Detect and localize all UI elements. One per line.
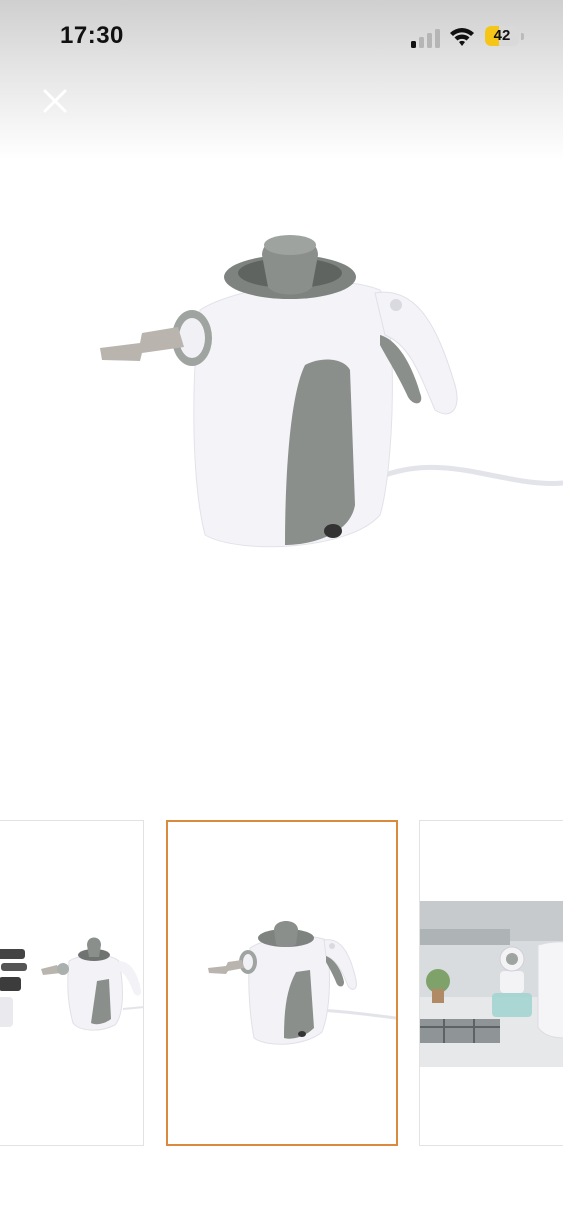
status-bar: 17:30 42	[0, 0, 563, 76]
thumbnail-accessories[interactable]	[0, 820, 144, 1146]
battery-level: 42	[493, 27, 511, 44]
status-time: 17:30	[60, 22, 124, 49]
thumbnail-steam-cleaner-image	[208, 921, 396, 1045]
battery-body: 42	[485, 26, 519, 46]
battery-tip	[521, 33, 524, 40]
close-icon[interactable]	[38, 84, 72, 118]
thumbnail-steam-cleaner[interactable]	[166, 820, 398, 1146]
thumbnail-kitchen-scene[interactable]	[419, 820, 563, 1146]
cellular-signal-icon	[411, 29, 440, 48]
product-image-main[interactable]	[80, 215, 563, 585]
wifi-icon	[450, 28, 474, 46]
thumbnail-strip	[0, 820, 563, 1150]
thumbnail-accessories-image	[0, 937, 143, 1031]
battery-indicator: 42	[485, 26, 524, 46]
thumbnail-kitchen-scene-image	[420, 901, 563, 1067]
